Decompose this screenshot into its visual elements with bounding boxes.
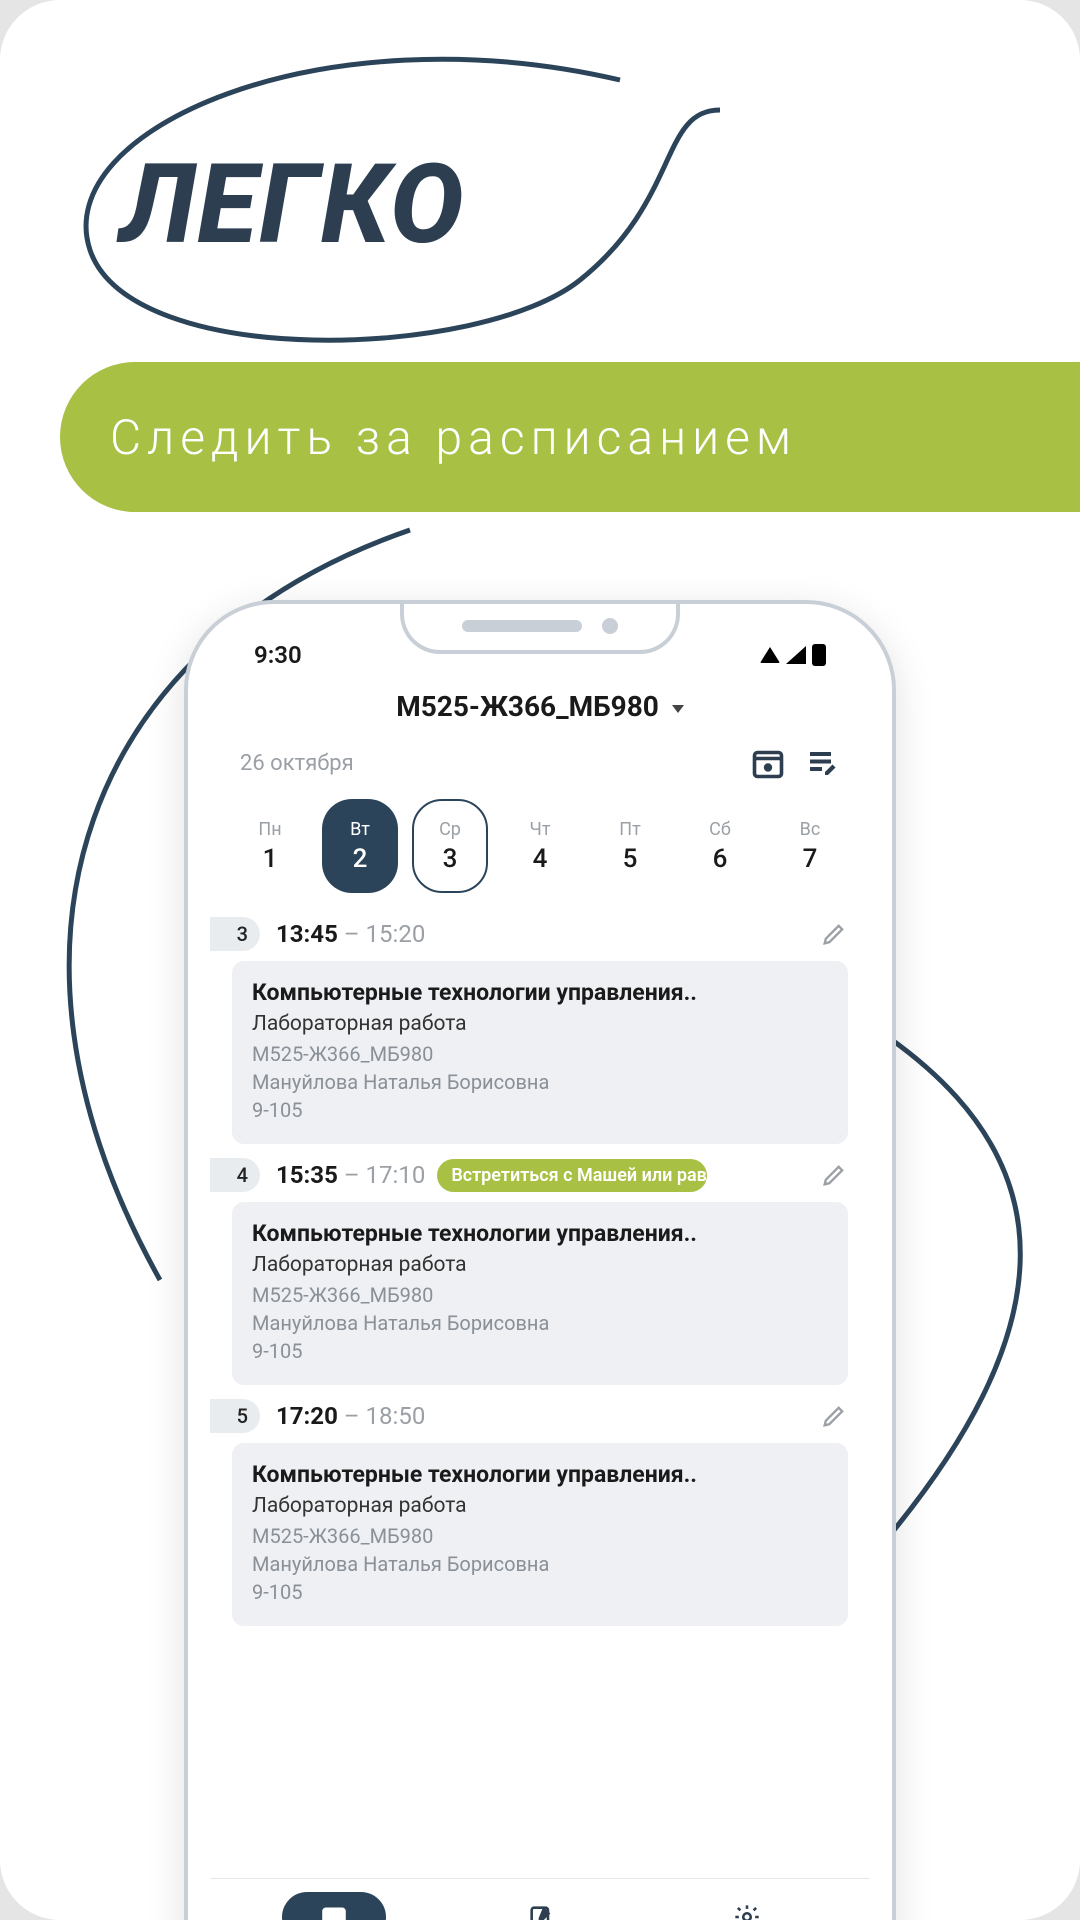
day-cell[interactable]: Пн 1: [232, 799, 308, 893]
lesson-card[interactable]: Компьютерные технологии управления.. Лабо…: [232, 1202, 848, 1385]
lesson-time-end: – 18:50: [344, 1402, 425, 1430]
promo-card: ЛЕГКО Следить за расписанием 9:30 M5: [0, 0, 1080, 1920]
status-time: 9:30: [254, 641, 302, 669]
lesson-teacher: Мануйлова Наталья Борисовна: [252, 1552, 828, 1576]
lessons-list[interactable]: 313:45 – 15:20Компьютерные технологии уп…: [210, 903, 870, 1878]
lesson-card[interactable]: Компьютерные технологии управления.. Лабо…: [232, 961, 848, 1144]
lesson-room: 9-105: [252, 1098, 828, 1122]
lesson-ordinal: 4: [210, 1158, 260, 1192]
lesson-group: M525-Ж366_МБ980: [252, 1524, 828, 1548]
calendar-icon[interactable]: [750, 745, 786, 781]
day-number: 4: [533, 844, 548, 874]
lesson-type: Лабораторная работа: [252, 1253, 828, 1277]
lesson-room: 9-105: [252, 1339, 828, 1363]
note-edit-icon: [489, 1892, 593, 1920]
day-cell[interactable]: Сб 6: [682, 799, 758, 893]
group-selector[interactable]: M525-Ж366_МБ980: [210, 684, 870, 723]
day-cell[interactable]: Чт 4: [502, 799, 578, 893]
tagline-text: Следить за расписанием: [110, 409, 797, 466]
day-short: Сб: [709, 819, 731, 840]
day-short: Пт: [619, 819, 641, 840]
day-short: Ср: [439, 819, 461, 840]
lesson-item: 517:20 – 18:50Компьютерные технологии уп…: [232, 1393, 848, 1626]
lesson-group: M525-Ж366_МБ980: [252, 1042, 828, 1066]
lesson-time-start: 15:35: [276, 1161, 338, 1189]
day-short: Пн: [258, 819, 281, 840]
tagline-banner: Следить за расписанием: [60, 362, 1080, 512]
lesson-time-end: – 15:20: [344, 920, 425, 948]
pencil-icon[interactable]: [820, 1402, 848, 1430]
lesson-title: Компьютерные технологии управления..: [252, 1461, 828, 1488]
camera-icon: [602, 618, 618, 634]
day-short: Чт: [530, 819, 551, 840]
day-short: Вт: [350, 819, 370, 840]
lesson-room: 9-105: [252, 1580, 828, 1604]
lesson-teacher: Мануйлова Наталья Борисовна: [252, 1311, 828, 1335]
signal-icon: [786, 646, 806, 664]
date-label: 26 октября: [240, 751, 354, 776]
phone-notch: [400, 602, 680, 654]
week-picker: Пн 1 Вт 2 Ср 3 Чт 4 Пт 5 Сб 6 Вс 7: [210, 781, 870, 903]
day-number: 5: [623, 844, 638, 874]
phone-mockup: 9:30 M525-Ж366_МБ980 26 октября: [184, 600, 896, 1920]
lesson-type: Лабораторная работа: [252, 1494, 828, 1518]
brand-title: ЛЕГКО: [120, 140, 466, 269]
day-number: 2: [353, 844, 368, 874]
status-right: [760, 644, 826, 666]
phone-screen: 9:30 M525-Ж366_МБ980 26 октября: [210, 626, 870, 1920]
day-number: 7: [803, 844, 818, 874]
lesson-note-pill[interactable]: Встретиться с Машей или рави: [437, 1159, 707, 1192]
day-cell[interactable]: Ср 3: [412, 799, 488, 893]
wifi-icon: [760, 647, 780, 663]
nav-notes[interactable]: Заметки: [489, 1892, 593, 1920]
pencil-icon[interactable]: [820, 1161, 848, 1189]
nav-settings[interactable]: Настройки: [695, 1892, 799, 1920]
lesson-ordinal: 5: [210, 1399, 260, 1433]
day-cell[interactable]: Вс 7: [772, 799, 848, 893]
lesson-card[interactable]: Компьютерные технологии управления.. Лабо…: [232, 1443, 848, 1626]
day-number: 1: [263, 844, 278, 874]
lesson-item: 313:45 – 15:20Компьютерные технологии уп…: [232, 911, 848, 1144]
lesson-time-end: – 17:10: [344, 1161, 425, 1189]
lesson-type: Лабораторная работа: [252, 1012, 828, 1036]
day-cell[interactable]: Вт 2: [322, 799, 398, 893]
lesson-title: Компьютерные технологии управления..: [252, 1220, 828, 1247]
lesson-title: Компьютерные технологии управления..: [252, 979, 828, 1006]
day-number: 3: [443, 844, 458, 874]
lesson-time-start: 13:45: [276, 920, 338, 948]
pencil-icon[interactable]: [820, 920, 848, 948]
lesson-teacher: Мануйлова Наталья Борисовна: [252, 1070, 828, 1094]
lesson-header: 313:45 – 15:20: [232, 911, 848, 957]
nav-schedule[interactable]: Расписание: [281, 1892, 387, 1920]
day-number: 6: [713, 844, 728, 874]
lesson-group: M525-Ж366_МБ980: [252, 1283, 828, 1307]
calendar-icon: [282, 1892, 386, 1920]
battery-icon: [812, 644, 826, 666]
chevron-down-icon: [672, 705, 684, 713]
lesson-time-start: 17:20: [276, 1402, 338, 1430]
gear-icon: [695, 1892, 799, 1920]
speaker-icon: [462, 620, 582, 632]
group-name: M525-Ж366_МБ980: [396, 690, 659, 723]
list-edit-icon[interactable]: [804, 745, 840, 781]
day-cell[interactable]: Пт 5: [592, 799, 668, 893]
lesson-item: 415:35 – 17:10Встретиться с Машей или ра…: [232, 1152, 848, 1385]
lesson-header: 517:20 – 18:50: [232, 1393, 848, 1439]
lesson-header: 415:35 – 17:10Встретиться с Машей или ра…: [232, 1152, 848, 1198]
lesson-ordinal: 3: [210, 917, 260, 951]
day-short: Вс: [800, 819, 821, 840]
bottom-nav: Расписание Заметки: [210, 1878, 870, 1920]
